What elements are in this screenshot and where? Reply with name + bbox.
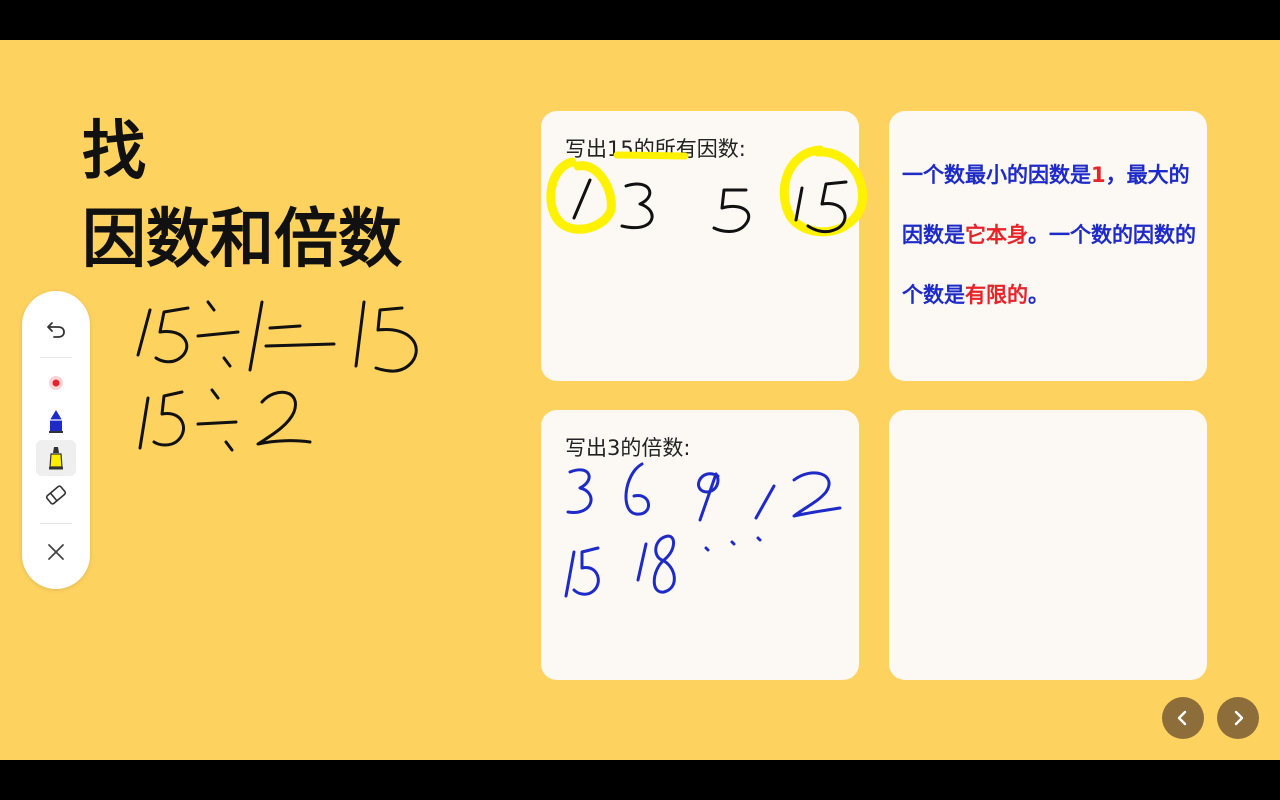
bottom-letterbox <box>0 760 1280 800</box>
multiples-prompt: 写出3的倍数: <box>565 436 691 460</box>
close-toolbar-button[interactable] <box>36 534 76 570</box>
ink-calc1-1 <box>136 308 152 357</box>
title-line-1: 找 <box>82 115 146 189</box>
highlighter-icon <box>49 447 63 470</box>
ink-calc1-one <box>248 300 264 372</box>
eraser-button[interactable] <box>36 477 76 513</box>
chevron-left-icon <box>1177 710 1187 726</box>
fact-part-1: 一个数最小的因数是 <box>902 163 1091 187</box>
eraser-icon <box>45 485 67 505</box>
factors-prompt: 写出15的所有因数: <box>565 137 746 161</box>
chevron-right-icon <box>1234 710 1244 726</box>
ink-calc2-div <box>196 388 238 452</box>
fact-part-4: 。 <box>1028 283 1049 307</box>
pen-button[interactable] <box>36 403 76 439</box>
fact-highlight-1: 1 <box>1091 163 1106 187</box>
pen-icon <box>49 410 63 433</box>
fact-highlight-itself: 它本身 <box>965 223 1028 247</box>
undo-button[interactable] <box>36 311 76 347</box>
undo-icon <box>47 322 65 338</box>
laser-pointer-icon <box>49 376 63 390</box>
ink-calc1-5 <box>154 306 190 364</box>
empty-card <box>889 410 1207 680</box>
slide-title: 找 因数和倍数 <box>82 108 402 284</box>
slide: 找 因数和倍数 写出15的所有因数: 一个数最小的因数是1，最大的因数是它本身。… <box>0 40 1280 760</box>
ink-calc1-div <box>196 300 240 368</box>
factors-card: 写出15的所有因数: <box>541 111 859 381</box>
annotation-toolbar <box>22 291 90 589</box>
ink-calc2-5 <box>152 390 186 447</box>
fact-highlight-finite: 有限的 <box>965 283 1028 307</box>
fact-card: 一个数最小的因数是1，最大的因数是它本身。一个数的因数的个数是有限的。 <box>889 111 1207 381</box>
multiples-card: 写出3的倍数: <box>541 410 859 680</box>
title-line-2: 因数和倍数 <box>82 203 402 277</box>
previous-slide-button[interactable] <box>1162 697 1204 739</box>
laser-pointer-button[interactable] <box>36 365 76 401</box>
highlighter-button[interactable] <box>36 440 76 476</box>
ink-calc1-eq <box>264 324 336 348</box>
ink-calc1-1b <box>354 300 366 368</box>
ink-calc1-5b <box>374 306 418 373</box>
ink-calc2-1 <box>138 396 150 450</box>
fact-text: 一个数最小的因数是1，最大的因数是它本身。一个数的因数的个数是有限的。 <box>902 145 1202 325</box>
next-slide-button[interactable] <box>1217 697 1259 739</box>
close-icon <box>48 544 64 560</box>
ink-calc2-2 <box>256 390 312 446</box>
top-letterbox <box>0 0 1280 40</box>
